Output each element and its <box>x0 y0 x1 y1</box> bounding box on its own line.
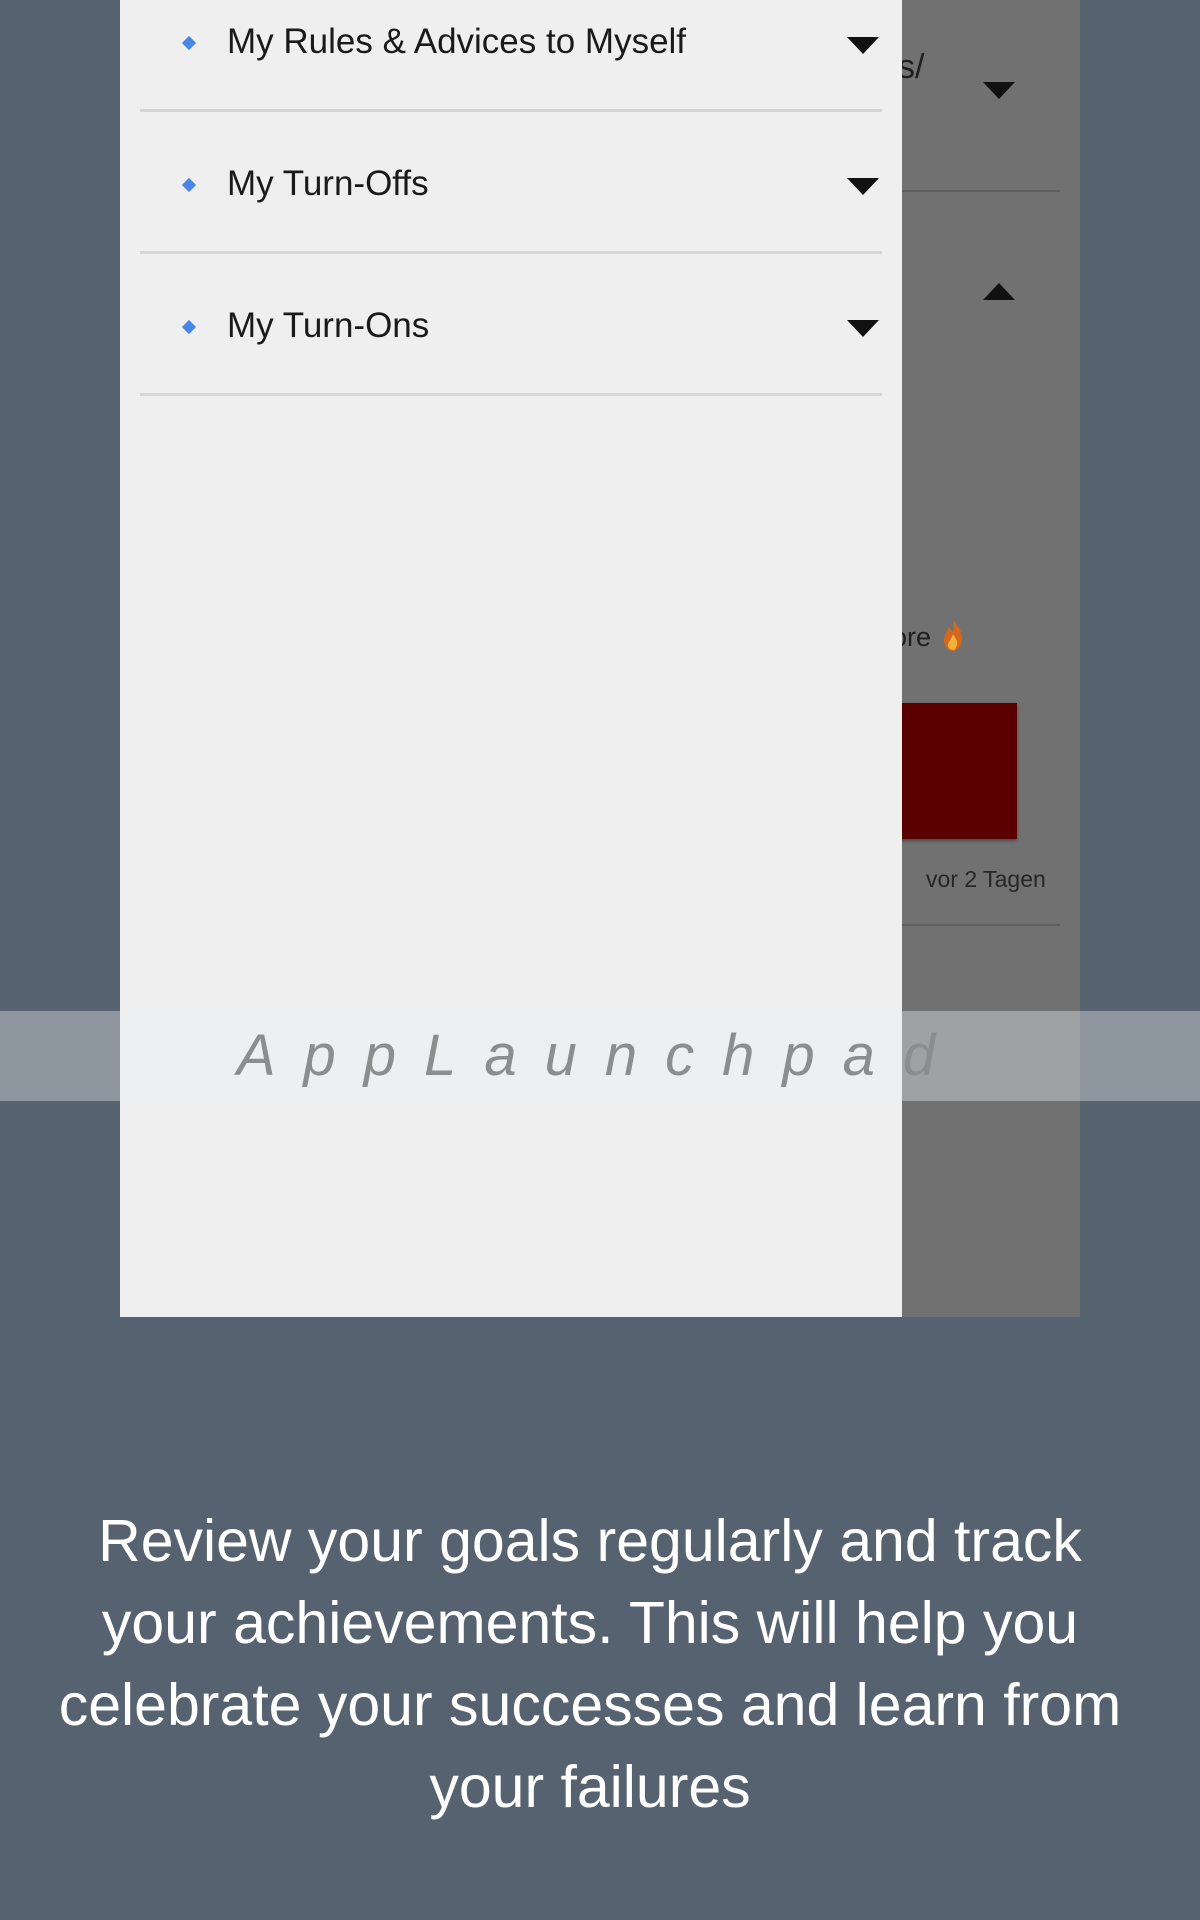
blue-diamond-icon <box>181 35 197 51</box>
navigation-drawer: My Rules & Advices to Myself My Turn-Off… <box>120 0 902 1317</box>
chevron-down-icon[interactable] <box>847 37 879 54</box>
chevron-down-icon[interactable] <box>847 320 879 337</box>
background-divider <box>880 190 1060 192</box>
drawer-item-label: My Turn-Ons <box>227 306 430 345</box>
chevron-down-icon[interactable] <box>847 178 879 195</box>
phone-screenshot: s/ ore vor 2 Tagen My Rules & Advices to… <box>120 0 1080 1317</box>
chevron-down-icon <box>983 82 1015 99</box>
drawer-item-turn-offs[interactable]: My Turn-Offs <box>140 112 882 254</box>
drawer-item-turn-ons[interactable]: My Turn-Ons <box>140 254 882 396</box>
blue-diamond-icon <box>181 319 197 335</box>
background-divider <box>880 924 1060 926</box>
drawer-item-rules[interactable]: My Rules & Advices to Myself <box>140 0 882 112</box>
blue-diamond-icon <box>181 177 197 193</box>
watermark-text: AppLaunchpad <box>236 1023 964 1088</box>
promo-caption: Review your goals regularly and track yo… <box>58 1508 1122 1820</box>
drawer-item-label: My Turn-Offs <box>227 164 429 203</box>
drawer-item-label: My Rules & Advices to Myself <box>227 22 687 61</box>
chevron-up-icon <box>983 283 1015 300</box>
fire-icon <box>944 619 963 651</box>
background-date-text: vor 2 Tagen <box>926 866 1046 892</box>
